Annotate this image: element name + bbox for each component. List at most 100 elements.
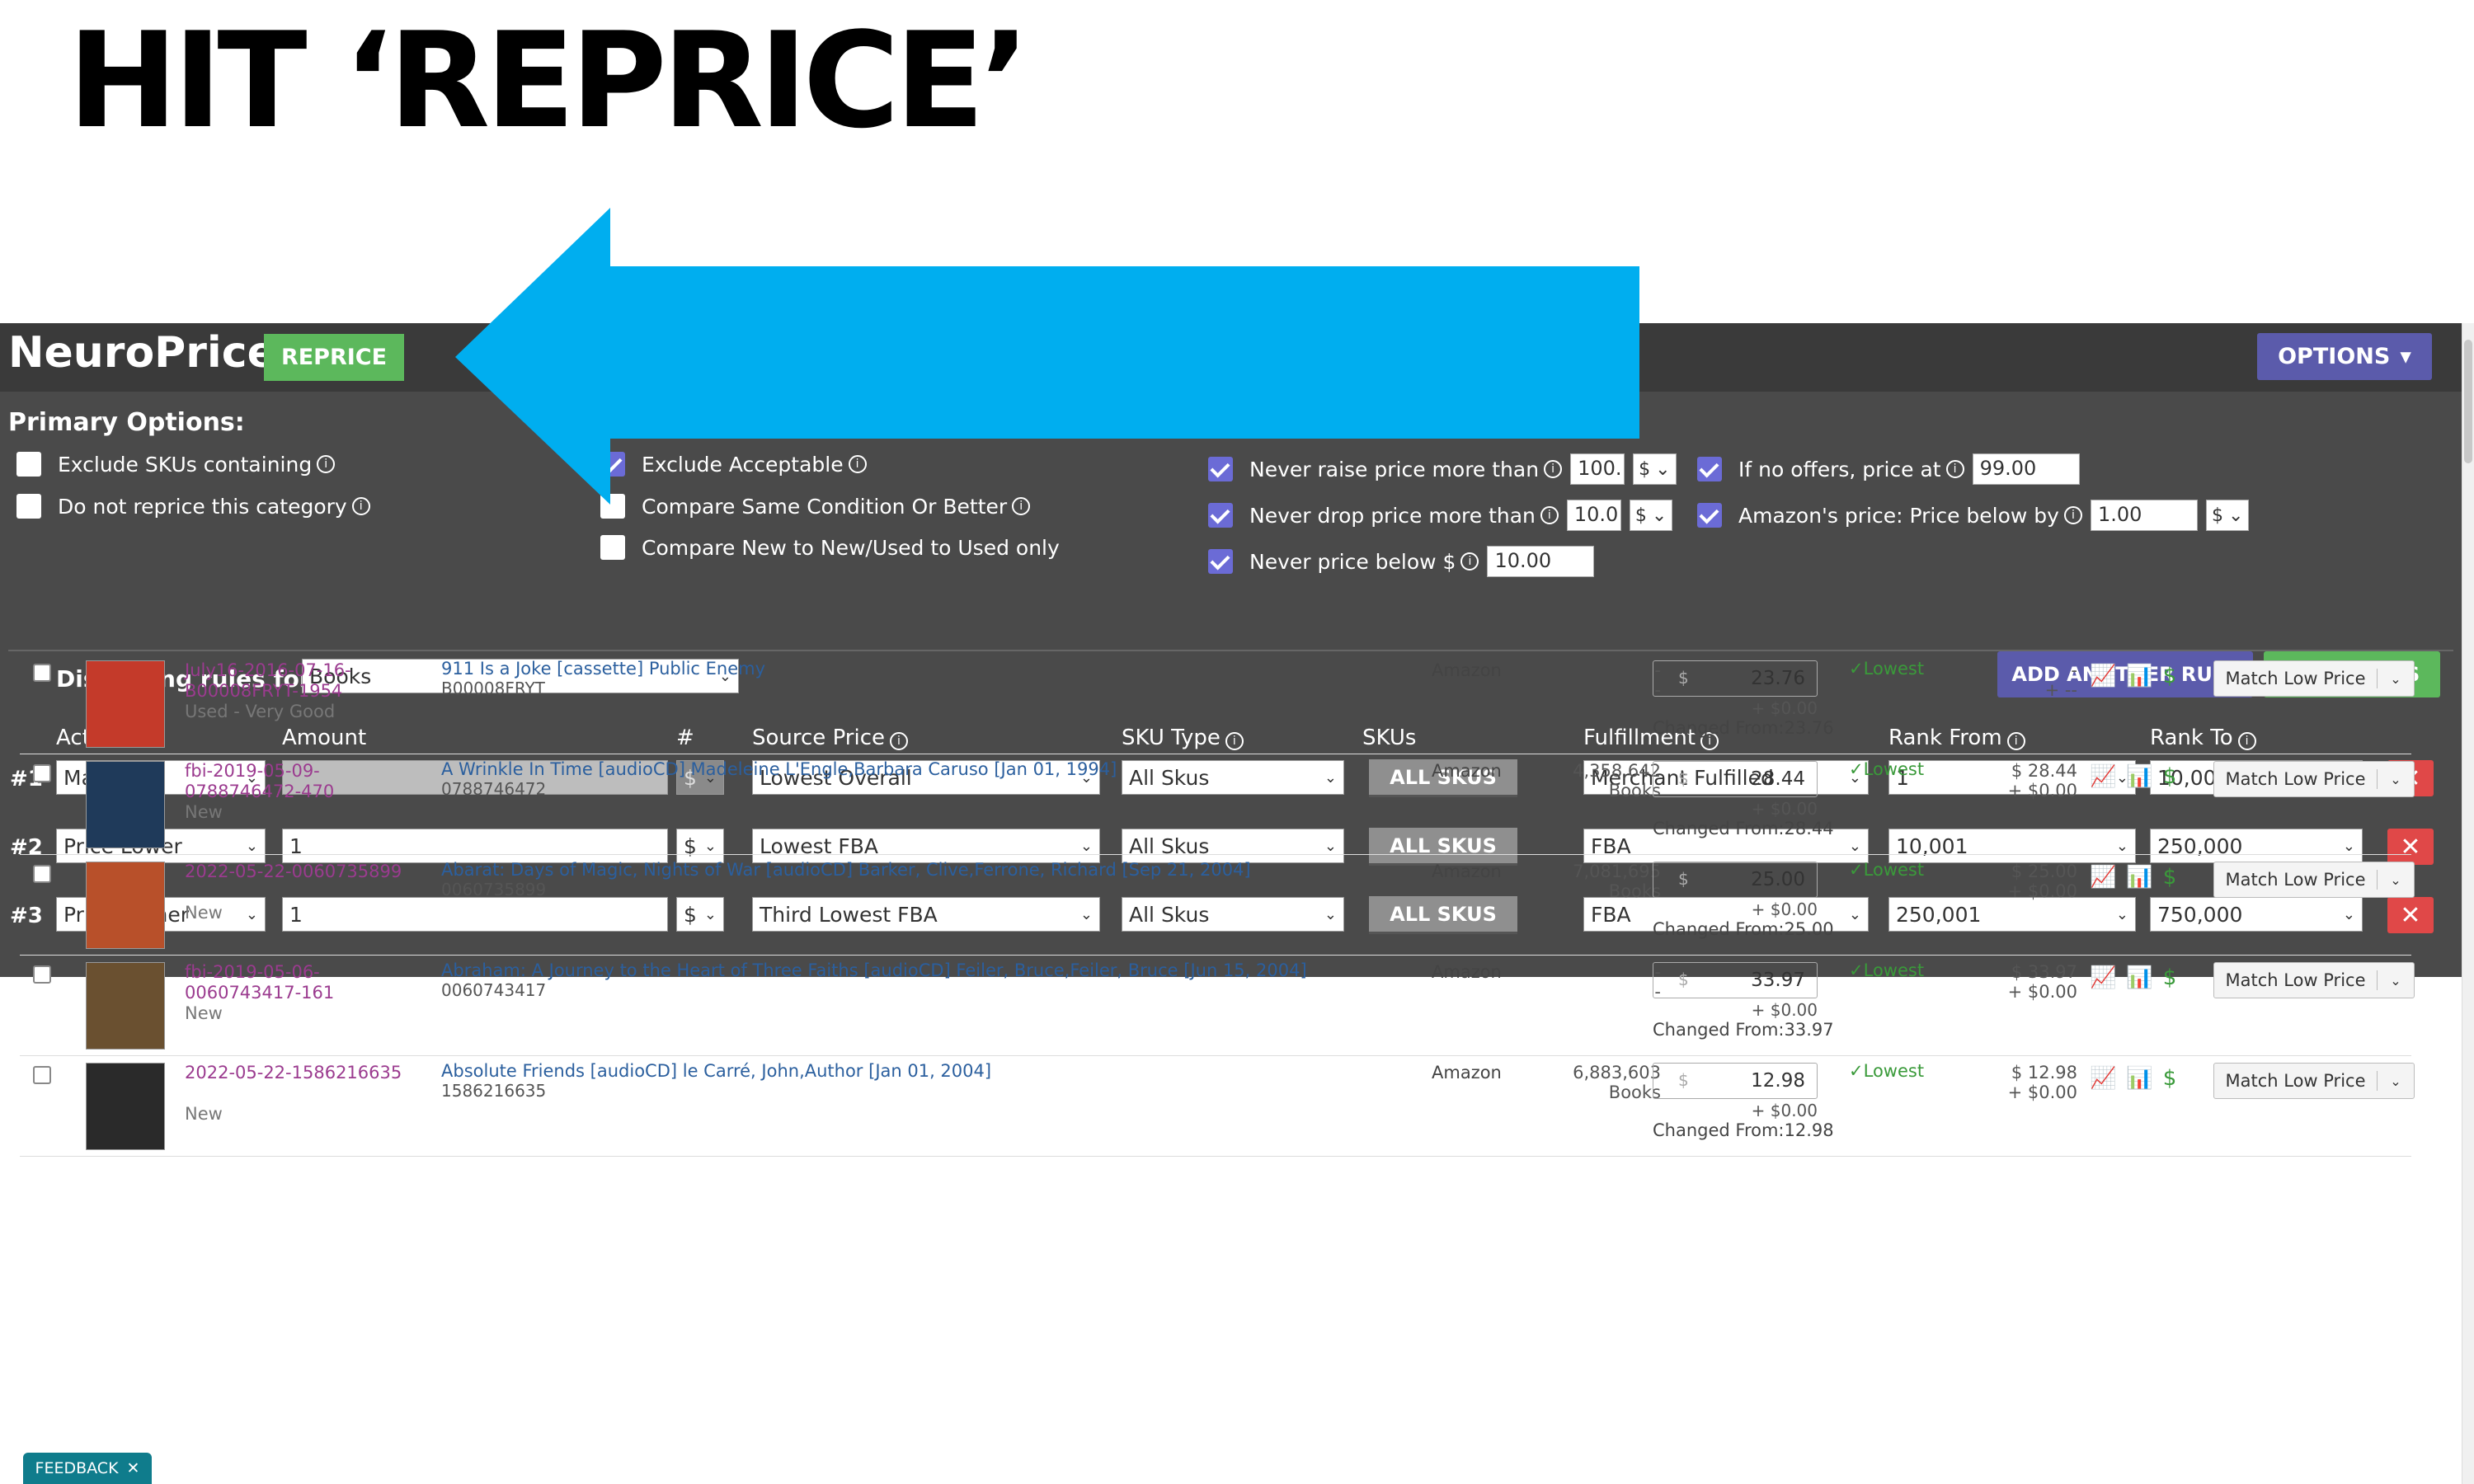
dollar-check-icon[interactable]: $ (2163, 664, 2177, 688)
match-low-price-button[interactable]: Match Low Price ⌄ (2213, 962, 2415, 998)
option-never-drop[interactable]: Never drop price more than i 10.0 $ ⌄ (1208, 500, 1673, 531)
price-adjust: + $0.00 (1751, 698, 1818, 718)
source: Amazon (1432, 761, 1502, 781)
option-compare-new-to-new[interactable]: Compare New to New/Used to Used only (600, 535, 1060, 560)
feedback-tab[interactable]: FEEDBACK ✕ (23, 1453, 152, 1484)
checkbox[interactable] (600, 452, 625, 477)
price-input[interactable]: $23.76 (1653, 660, 1818, 697)
source: Amazon (1432, 862, 1502, 881)
reprice-button[interactable]: REPRICE (264, 334, 404, 381)
trend-icon[interactable]: 📊 (2126, 764, 2152, 789)
product-title-link[interactable]: Abarat: Days of Magic, Nights of War [au… (441, 860, 1251, 880)
option-amazon-price[interactable]: Amazon's price: Price below by i 1.00 $ ⌄ (1697, 500, 2250, 531)
sku-link[interactable]: fbi-2019-05-06-0060743417-161 (185, 962, 432, 1003)
sku-link[interactable]: July16-2016-07-16-B00008FRYT-1954 (185, 660, 432, 702)
checkbox[interactable] (1208, 503, 1233, 528)
never-drop-unit[interactable]: $ ⌄ (1629, 500, 1673, 531)
price-input[interactable]: $33.97 (1653, 962, 1818, 998)
sales-rank: -- (1654, 660, 1661, 700)
product-thumbnail (86, 962, 165, 1050)
product-title-link[interactable]: A Wrinkle In Time [audioCD] Madeleine L'… (441, 759, 1117, 779)
changed-from: Changed From:23.76 (1653, 718, 1834, 738)
product-title-link[interactable]: 911 Is a Joke [cassette] Public Enemy (441, 659, 765, 679)
sku-link[interactable]: fbi-2019-05-09-0788746472-470 (185, 761, 432, 802)
trend-icon[interactable]: 📊 (2126, 965, 2152, 990)
option-do-not-reprice[interactable]: Do not reprice this category i (16, 494, 370, 519)
never-raise-input[interactable]: 100. (1570, 453, 1625, 485)
option-no-offers[interactable]: If no offers, price at i 99.00 (1697, 453, 2080, 485)
checkbox[interactable] (1208, 549, 1233, 574)
no-offers-input[interactable]: 99.00 (1972, 453, 2080, 485)
scrollbar[interactable] (2462, 323, 2474, 1484)
dollar-check-icon[interactable]: $ (2163, 865, 2177, 890)
options-button[interactable]: OPTIONS ▾ (2257, 333, 2432, 380)
info-icon: i (317, 455, 336, 473)
dollar-icon: $ (1678, 1070, 1689, 1090)
chart-icon[interactable]: 📈 (2090, 764, 2116, 789)
match-low-price-button[interactable]: Match Low Price ⌄ (2213, 761, 2415, 797)
checkbox[interactable] (16, 494, 41, 519)
dollar-check-icon[interactable]: $ (2163, 764, 2177, 789)
option-exclude-skus[interactable]: Exclude SKUs containing i (16, 452, 336, 477)
chart-icon[interactable]: 📈 (2090, 1066, 2116, 1091)
trend-icon[interactable]: 📊 (2126, 865, 2152, 890)
chevron-down-icon: ⌄ (2390, 771, 2401, 787)
scrollbar-thumb[interactable] (2464, 340, 2472, 463)
info-icon: i (1460, 552, 1479, 571)
match-low-price-button[interactable]: Match Low Price ⌄ (2213, 660, 2415, 697)
option-never-raise[interactable]: Never raise price more than i 100. $ ⌄ (1208, 453, 1677, 485)
info-icon: i (1945, 460, 1964, 478)
chart-icon[interactable]: 📈 (2090, 664, 2116, 688)
price-input[interactable]: $25.00 (1653, 862, 1818, 898)
product-title-link[interactable]: Abraham: A Journey to the Heart of Three… (441, 960, 1307, 980)
product-title-link[interactable]: Absolute Friends [audioCD] le Carré, Joh… (441, 1061, 991, 1081)
row-checkbox[interactable] (33, 764, 51, 782)
checkbox[interactable] (1697, 503, 1722, 528)
trend-icon[interactable]: 📊 (2126, 664, 2152, 688)
changed-from: Changed From:33.97 (1653, 1020, 1834, 1040)
price-adjust: + $0.00 (1751, 899, 1818, 919)
listing-row: 2022-05-22-0060735899 New Abarat: Days of … (20, 855, 2415, 956)
row-icons: 📈 📊 $ (2090, 965, 2176, 990)
checkbox[interactable] (1208, 457, 1233, 481)
sku-link[interactable]: 2022-05-22-1586216635 (185, 1063, 432, 1083)
match-low-price-button[interactable]: Match Low Price ⌄ (2213, 862, 2415, 898)
condition: Used - Very Good (185, 702, 336, 721)
never-below-input[interactable]: 10.00 (1487, 546, 1595, 577)
option-never-below[interactable]: Never price below $ i 10.00 (1208, 546, 1595, 577)
row-checkbox[interactable] (33, 965, 51, 984)
amazon-price-input[interactable]: 1.00 (2090, 500, 2198, 531)
checkbox[interactable] (600, 535, 625, 560)
checkmark-icon: ✓ (1849, 759, 1864, 779)
sales-rank: 4,358,642 Books (1573, 761, 1661, 801)
price-adjust: + $0.00 (1751, 1000, 1818, 1020)
dollar-check-icon[interactable]: $ (2163, 1066, 2177, 1091)
price-input[interactable]: $12.98 (1653, 1063, 1818, 1099)
never-drop-input[interactable]: 10.0 (1566, 500, 1621, 531)
match-low-price-button[interactable]: Match Low Price ⌄ (2213, 1063, 2415, 1099)
checkbox[interactable] (1697, 457, 1722, 481)
dollar-check-icon[interactable]: $ (2163, 965, 2177, 990)
row-checkbox[interactable] (33, 1066, 51, 1084)
lowest-price: - + -- (2044, 660, 2077, 700)
chart-icon[interactable]: 📈 (2090, 865, 2116, 890)
close-icon: ✕ (126, 1459, 140, 1477)
chart-icon[interactable]: 📈 (2090, 965, 2116, 990)
amazon-price-unit[interactable]: $ ⌄ (2205, 500, 2250, 531)
asin: 0788746472 (441, 779, 547, 799)
never-raise-unit[interactable]: $ ⌄ (1633, 453, 1677, 485)
checkbox[interactable] (16, 452, 41, 477)
price-input[interactable]: $28.44 (1653, 761, 1818, 797)
source: Amazon (1432, 962, 1502, 982)
trend-icon[interactable]: 📊 (2126, 1066, 2152, 1091)
sku-link[interactable]: 2022-05-22-0060735899 (185, 862, 432, 882)
checkbox[interactable] (600, 494, 625, 519)
row-checkbox[interactable] (33, 865, 51, 883)
sales-rank: -- (1654, 962, 1661, 1002)
source: Amazon (1432, 660, 1502, 680)
option-exclude-acceptable[interactable]: Exclude Acceptable i (600, 452, 867, 477)
option-compare-same-condition[interactable]: Compare Same Condition Or Better i (600, 494, 1031, 519)
row-checkbox[interactable] (33, 664, 51, 682)
checkmark-icon: ✓ (1849, 960, 1864, 980)
dollar-icon: $ (1678, 768, 1689, 788)
